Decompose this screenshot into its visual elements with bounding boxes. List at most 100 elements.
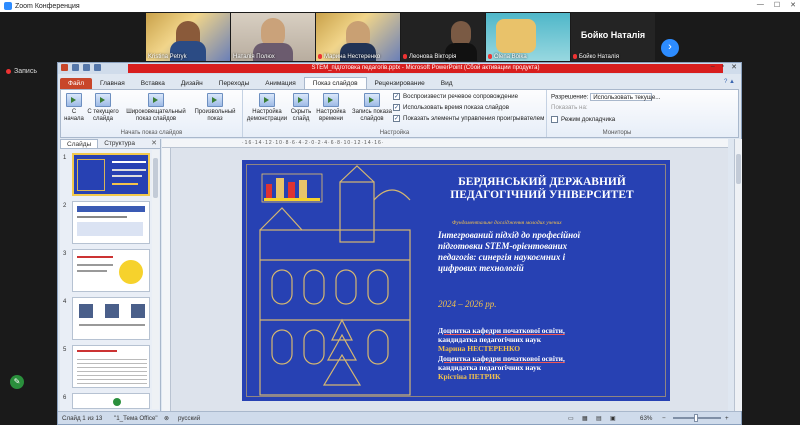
powerpoint-logo-icon: [61, 64, 68, 71]
tab-animations[interactable]: Анимация: [257, 78, 304, 89]
minimize-icon[interactable]: —: [757, 1, 764, 9]
group-label: Настройка: [379, 130, 410, 136]
annotate-pen-icon[interactable]: ✎: [10, 375, 24, 389]
ppt-titlebar: STEM_підготовка педагогів.pptx - Microso…: [58, 63, 741, 74]
close-icon[interactable]: ✕: [790, 1, 796, 9]
resolution-select[interactable]: Использовать текуще...: [590, 93, 660, 101]
slide-thumbnail[interactable]: [72, 393, 150, 409]
status-bar: Слайд 1 из 13 "1_Тема Office" ⊗ русский …: [58, 411, 741, 424]
tab-outline[interactable]: Структура: [98, 139, 141, 148]
panel-scrollbar[interactable]: [152, 150, 159, 409]
chevron-right-icon: ›: [668, 41, 672, 53]
undo-icon[interactable]: [83, 64, 90, 71]
broadcast-button[interactable]: Широковещательный показ слайдов: [123, 93, 189, 123]
tab-insert[interactable]: Вставка: [133, 78, 173, 89]
project-title: Інтегрований підхід до професійної підго…: [438, 230, 581, 273]
tab-slideshow[interactable]: Показ слайдов: [303, 77, 367, 89]
tab-slides[interactable]: Слайды: [60, 139, 99, 148]
from-current-slide-button[interactable]: С текущего слайда: [86, 93, 120, 123]
language-indicator[interactable]: русский: [178, 415, 200, 422]
zoom-out-icon[interactable]: −: [662, 415, 666, 422]
powerpoint-window: STEM_підготовка педагогів.pptx - Microso…: [57, 62, 742, 425]
minimize-icon[interactable]: –: [711, 63, 715, 71]
rehearse-timings-button[interactable]: Настройка времени: [315, 93, 347, 123]
checkbox-icon: [551, 116, 558, 123]
tab-home[interactable]: Главная: [92, 78, 133, 89]
slide-number: 5: [63, 347, 67, 353]
tab-review[interactable]: Рецензирование: [367, 78, 433, 89]
slide-number: 3: [63, 251, 67, 257]
restore-icon[interactable]: ▫: [722, 63, 724, 71]
participant-display-name: Бойко Наталія: [580, 30, 646, 40]
checkbox-icon: ✓: [393, 93, 400, 100]
zoom-titlebar: Zoom Конференция — ☐ ✕: [0, 0, 800, 12]
play-current-icon: [95, 93, 111, 107]
slide-title: БЕРДЯНСЬКИЙ ДЕРЖАВНИЙ ПЕДАГОГІЧНИЙ УНІВЕ…: [450, 176, 634, 201]
slide-thumbnail[interactable]: [72, 201, 150, 244]
slide-thumbnail[interactable]: [72, 297, 150, 340]
tab-file[interactable]: Файл: [60, 78, 92, 89]
custom-show-button[interactable]: Произвольный показ: [191, 93, 239, 123]
show-on-dropdown[interactable]: Показать на:: [551, 104, 588, 111]
normal-view-icon[interactable]: ▭: [568, 415, 574, 422]
broadcast-icon: [148, 93, 164, 107]
tab-design[interactable]: Дизайн: [173, 78, 211, 89]
tab-view[interactable]: Вид: [433, 78, 461, 89]
record-label: Запись: [14, 68, 37, 75]
zoom-in-icon[interactable]: +: [725, 415, 729, 422]
reading-view-icon[interactable]: ▤: [596, 415, 602, 422]
custom-show-icon: [207, 93, 223, 107]
use-timings-checkbox[interactable]: ✓ Использовать время показа слайдов: [393, 104, 509, 111]
next-page-button[interactable]: ›: [661, 39, 679, 57]
vertical-scrollbar[interactable]: [734, 139, 742, 411]
slide-subtitle: Фундаментальне дослідження молодих учени…: [452, 220, 562, 226]
university-building-illustration: [259, 165, 411, 396]
slide-thumbnail[interactable]: [72, 345, 150, 388]
muted-mic-icon: [488, 53, 492, 59]
panel-tabs: Слайды Структура ✕: [60, 139, 160, 149]
participant-tile[interactable]: Бойко Наталія Бойко Наталія: [571, 13, 655, 61]
narration-checkbox[interactable]: ✓ Воспроизвести речевое сопровождение: [393, 93, 518, 100]
slide-counter: Слайд 1 из 13: [62, 415, 103, 422]
checkbox-icon: ✓: [393, 104, 400, 111]
slide-number: 1: [63, 155, 67, 161]
theme-name: "1_Тема Office": [114, 415, 158, 422]
checkbox-icon: ✓: [393, 115, 400, 122]
setup-show-button[interactable]: Настройка демонстрации: [247, 93, 287, 123]
help-icon[interactable]: ? ▲: [724, 79, 735, 85]
current-slide[interactable]: БЕРДЯНСЬКИЙ ДЕРЖАВНИЙ ПЕДАГОГІЧНИЙ УНІВЕ…: [242, 160, 670, 401]
close-icon[interactable]: ✕: [731, 63, 737, 71]
media-controls-checkbox[interactable]: ✓ Показать элементы управления проигрыва…: [393, 115, 544, 122]
participant-tile[interactable]: Наталія Полюх: [231, 13, 315, 61]
ribbon-tabs: Файл Главная Вставка Дизайн Переходы Ани…: [58, 76, 741, 89]
record-dot-icon: [6, 69, 11, 74]
participant-name: Kristina Petryk: [148, 54, 187, 60]
tab-transitions[interactable]: Переходы: [211, 78, 258, 89]
participant-name: Наталія Полюх: [233, 54, 275, 60]
ribbon-group-monitors: Разрешение: Использовать текуще... Показ…: [547, 90, 687, 137]
redo-icon[interactable]: [94, 64, 101, 71]
resolution-dropdown[interactable]: Разрешение: Использовать текуще...: [551, 93, 660, 101]
spellcheck-icon[interactable]: ⊗: [164, 415, 169, 422]
from-beginning-button[interactable]: С начала: [64, 93, 84, 123]
save-icon[interactable]: [72, 64, 79, 71]
maximize-icon[interactable]: ☐: [774, 1, 780, 9]
zoom-level[interactable]: 63%: [640, 415, 652, 422]
presenter-view-checkbox[interactable]: Режим докладчика: [551, 116, 615, 123]
zoom-slider-handle[interactable]: [694, 414, 698, 422]
slide-thumbnail[interactable]: [72, 153, 150, 196]
participant-tile[interactable]: Olena Boika: [486, 13, 570, 61]
close-panel-icon[interactable]: ✕: [151, 139, 160, 148]
slideshow-view-icon[interactable]: ▣: [610, 415, 616, 422]
participant-tile[interactable]: Марина Нестеренко: [316, 13, 400, 61]
participant-gallery: Kristina Petryk Наталія Полюх Марина Нес…: [0, 12, 800, 62]
recording-indicator[interactable]: Запись: [6, 68, 37, 75]
hide-slide-icon: [293, 93, 309, 107]
record-slideshow-button[interactable]: Запись показа слайдов: [349, 93, 395, 123]
participant-tile[interactable]: Kristina Petryk: [146, 13, 230, 61]
slide-thumbnail[interactable]: [72, 249, 150, 292]
participant-tile[interactable]: Леонова Вікторія: [401, 13, 485, 61]
slide-sorter-icon[interactable]: ▦: [582, 415, 588, 422]
slide-number: 6: [63, 395, 67, 401]
hide-slide-button[interactable]: Скрыть слайд: [289, 93, 313, 123]
